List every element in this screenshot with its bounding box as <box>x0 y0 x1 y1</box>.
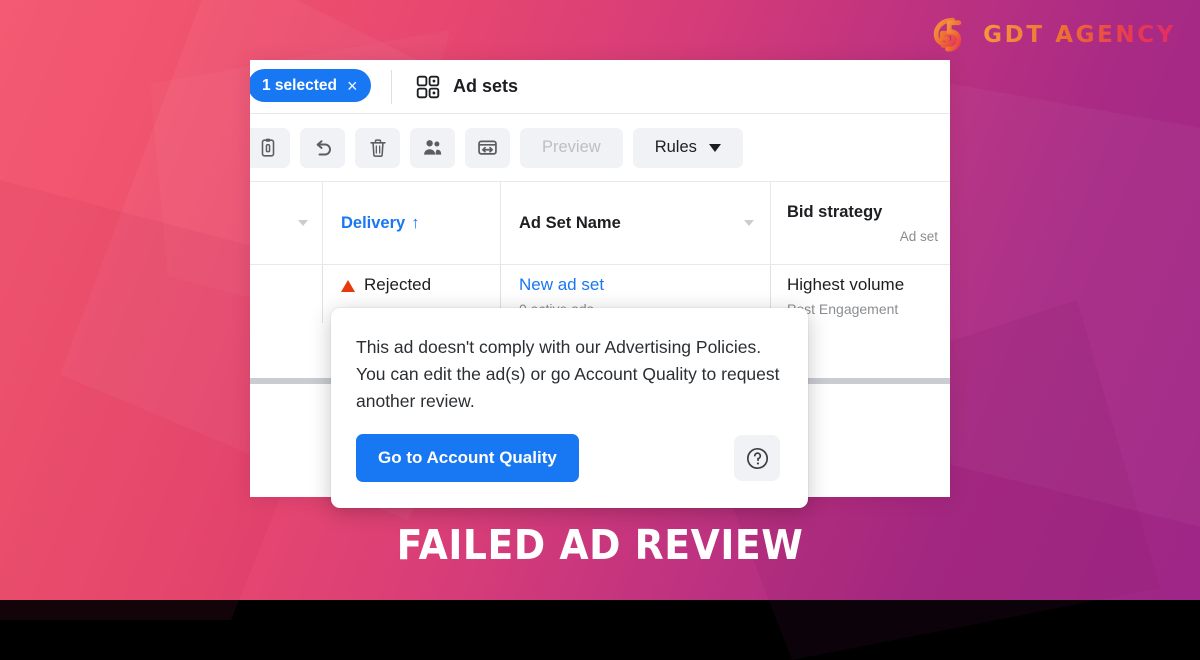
column-header-ad-set-name-label: Ad Set Name <box>501 214 770 233</box>
action-toolbar: Preview Rules <box>250 114 950 182</box>
trash-icon <box>367 137 389 159</box>
caption-text: FAILED AD REVIEW <box>48 521 1152 569</box>
column-header-bid-strategy[interactable]: Bid strategy Ad set <box>770 182 950 265</box>
go-to-account-quality-button[interactable]: Go to Account Quality <box>356 434 579 482</box>
delivery-status-text: Rejected <box>364 276 431 295</box>
sort-ascending-icon: ↑ <box>411 214 419 233</box>
column-header-delivery[interactable]: Delivery ↑ <box>322 182 500 265</box>
gdt-monogram-icon <box>930 14 972 56</box>
chevron-down-icon[interactable] <box>744 220 754 226</box>
selection-chip[interactable]: 1 selected × <box>250 69 371 102</box>
column-header-bid-strategy-label: Bid strategy <box>787 203 882 221</box>
grid-squares-icon <box>415 74 441 100</box>
help-button[interactable] <box>734 435 780 481</box>
rules-button-label: Rules <box>655 138 697 157</box>
ab-test-button[interactable] <box>465 128 510 168</box>
clipboard-icon <box>257 137 279 159</box>
close-icon[interactable]: × <box>347 77 358 95</box>
undo-arrow-icon <box>311 136 335 160</box>
preview-button-label: Preview <box>542 138 601 157</box>
audience-button[interactable] <box>410 128 455 168</box>
delete-button[interactable] <box>355 128 400 168</box>
row-select-cell[interactable] <box>250 265 322 323</box>
column-header-ad-set-name[interactable]: Ad Set Name <box>500 182 770 265</box>
popover-message: This ad doesn't comply with our Advertis… <box>356 334 780 414</box>
revert-button[interactable] <box>300 128 345 168</box>
column-header-bid-strategy-sub: Ad set <box>771 229 950 244</box>
chevron-down-icon <box>298 220 308 226</box>
bid-strategy-text: Highest volume <box>771 276 950 295</box>
column-header-select[interactable] <box>250 182 322 265</box>
question-circle-icon <box>744 445 771 472</box>
ad-set-name-link[interactable]: New ad set <box>501 276 770 295</box>
rules-button[interactable]: Rules <box>633 128 743 168</box>
people-icon <box>421 136 444 159</box>
chevron-down-icon <box>709 144 721 152</box>
selection-chip-label: 1 selected <box>262 77 337 95</box>
ab-test-icon <box>476 136 499 159</box>
popover-actions: Go to Account Quality <box>356 434 780 482</box>
toolbar-divider <box>391 70 392 104</box>
red-warning-triangle-icon <box>341 280 355 292</box>
column-header-delivery-label: Delivery ↑ <box>323 214 500 233</box>
rejection-popover: This ad doesn't comply with our Advertis… <box>331 308 808 508</box>
table-header-row: Delivery ↑ Ad Set Name Bid strategy Ad s… <box>250 182 950 265</box>
duplicate-button[interactable] <box>250 128 290 168</box>
section-header: Ad sets <box>415 60 518 113</box>
preview-button[interactable]: Preview <box>520 128 623 168</box>
section-title: Ad sets <box>453 76 518 97</box>
top-bar: 1 selected × Ad sets <box>250 60 950 114</box>
logo-wordmark: GDT AGENCY <box>983 22 1176 48</box>
brand-logo: GDT AGENCY <box>930 14 1176 56</box>
